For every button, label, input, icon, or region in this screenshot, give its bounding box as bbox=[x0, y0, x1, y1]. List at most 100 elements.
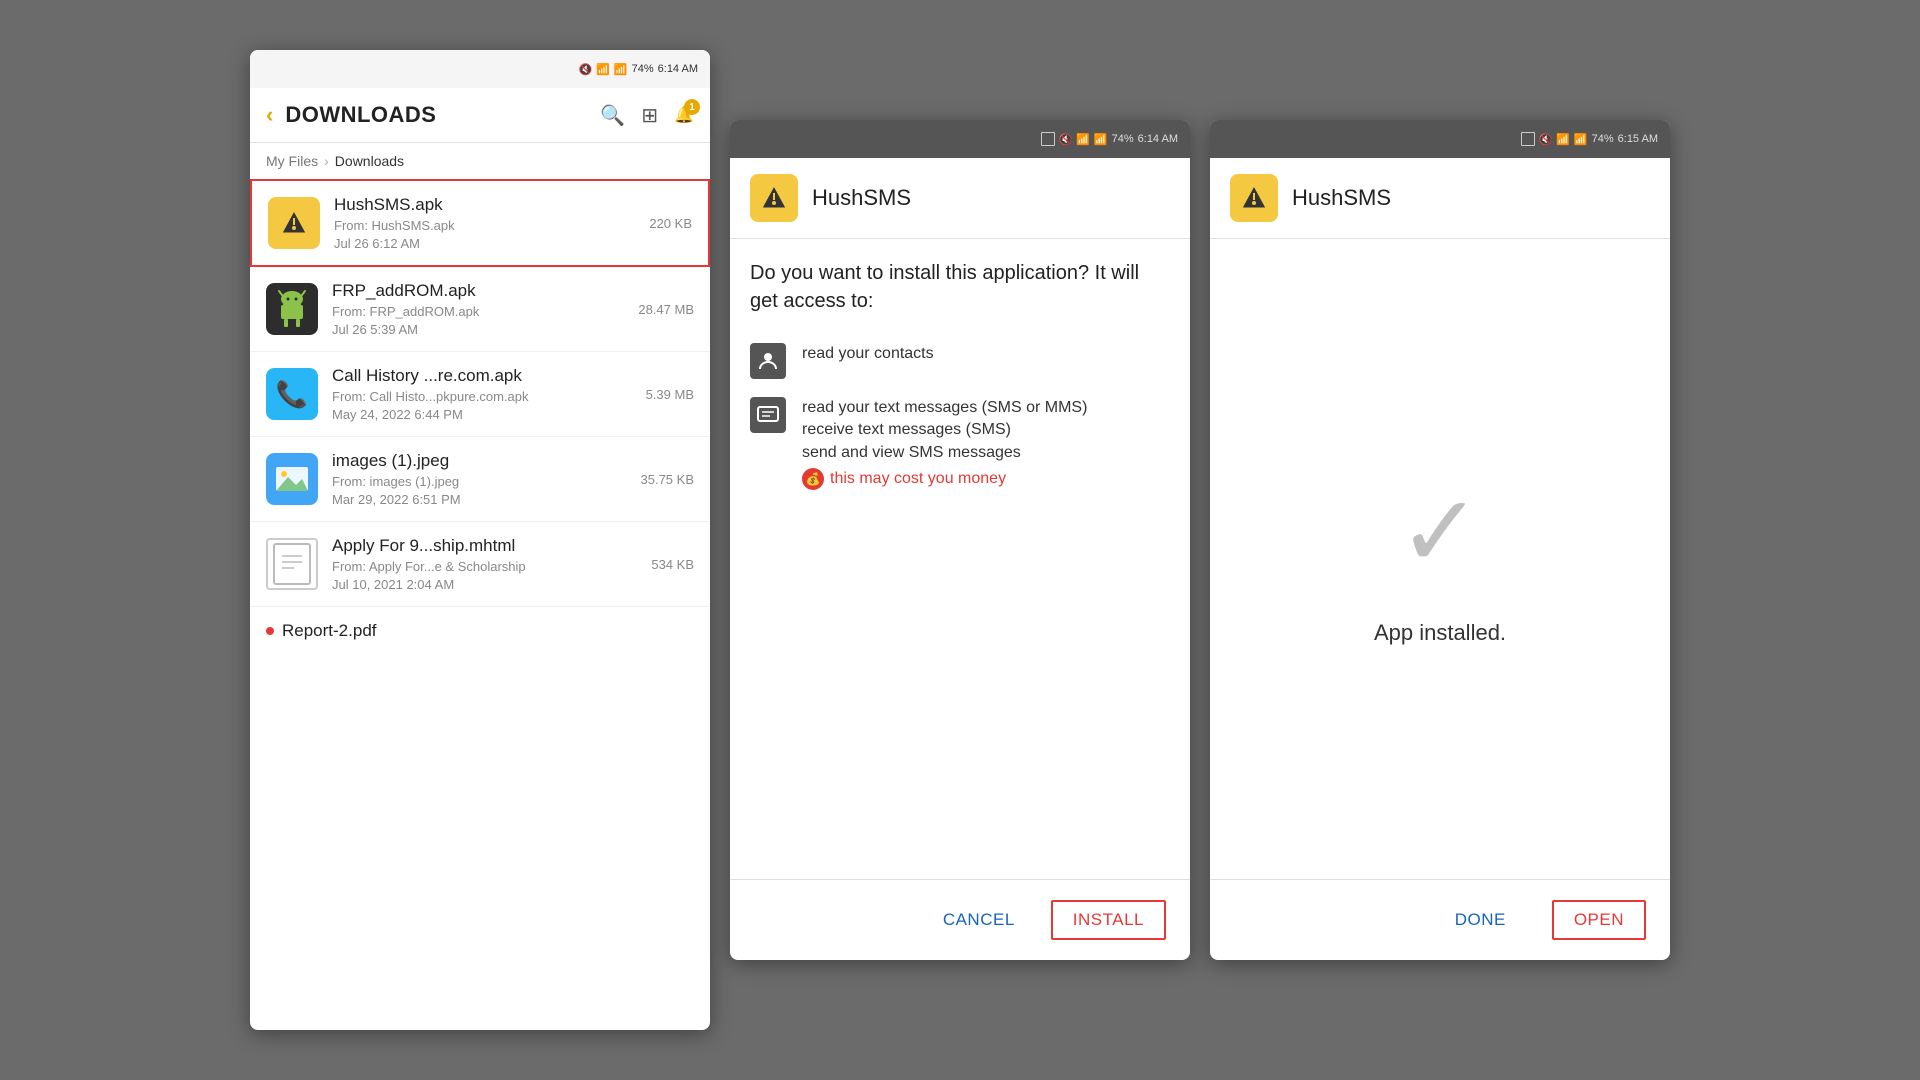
file-date-frp: Jul 26 5:39 AM bbox=[332, 322, 624, 337]
file-from-frp: From: FRP_addROM.apk bbox=[332, 304, 624, 319]
install-app-icon bbox=[750, 174, 798, 222]
notification-badge: 1 bbox=[684, 99, 700, 115]
file-item-pdf[interactable]: Report-2.pdf bbox=[250, 607, 710, 655]
file-name-frp: FRP_addROM.apk bbox=[332, 281, 624, 301]
file-name-image: images (1).jpeg bbox=[332, 451, 627, 471]
installed-screen: 🔇 📶 📶 74% 6:15 AM HushSMS bbox=[1210, 120, 1670, 960]
image-file-icon bbox=[266, 453, 318, 505]
done-button[interactable]: DONE bbox=[1439, 900, 1522, 940]
cost-warning: 💰 this may cost you money bbox=[802, 468, 1087, 490]
file-name-scholarship: Apply For 9...ship.mhtml bbox=[332, 536, 637, 556]
hush-app-icon bbox=[268, 197, 320, 249]
file-info-call: Call History ...re.com.apk From: Call Hi… bbox=[332, 366, 632, 422]
notification-button[interactable]: 🔔 1 bbox=[674, 105, 694, 125]
search-button[interactable]: 🔍 bbox=[600, 103, 625, 128]
permission-contacts: read your contacts bbox=[750, 343, 1170, 379]
battery-text-3: 74% bbox=[1592, 133, 1614, 145]
image-status-icon-3 bbox=[1521, 132, 1535, 146]
file-from-image: From: images (1).jpeg bbox=[332, 474, 627, 489]
image-status-icon bbox=[1041, 132, 1055, 146]
sms-icon bbox=[750, 397, 786, 433]
permission-sms-text: read your text messages (SMS or MMS) rec… bbox=[802, 397, 1087, 491]
permission-contacts-text: read your contacts bbox=[802, 343, 934, 365]
cancel-button[interactable]: CANCEL bbox=[927, 900, 1031, 940]
header-icons: 🔍 ⊞ 🔔 1 bbox=[600, 103, 694, 128]
status-icons-2: 🔇 📶 📶 74% 6:14 AM bbox=[1041, 132, 1179, 146]
svg-text:📞: 📞 bbox=[276, 377, 309, 409]
time-display-2: 6:14 AM bbox=[1138, 133, 1178, 145]
installed-app-icon bbox=[1230, 174, 1278, 222]
grid-view-button[interactable]: ⊞ bbox=[641, 103, 658, 128]
file-from-call: From: Call Histo...pkpure.com.apk bbox=[332, 389, 632, 404]
mute-icon: 🔇 bbox=[579, 63, 593, 76]
file-size-call: 5.39 MB bbox=[646, 387, 694, 402]
signal-icon-2: 📶 bbox=[1094, 133, 1108, 146]
wifi-icon-3: 📶 bbox=[1556, 133, 1570, 146]
wifi-icon: 📶 bbox=[596, 63, 610, 76]
file-item-frp[interactable]: FRP_addROM.apk From: FRP_addROM.apk Jul … bbox=[250, 267, 710, 352]
file-date-scholarship: Jul 10, 2021 2:04 AM bbox=[332, 577, 637, 592]
install-question: Do you want to install this application?… bbox=[750, 259, 1170, 315]
status-icons-3: 🔇 📶 📶 74% 6:15 AM bbox=[1521, 132, 1659, 146]
cost-warning-text: this may cost you money bbox=[830, 468, 1006, 490]
breadcrumb-separator: › bbox=[324, 153, 329, 169]
file-name-pdf: Report-2.pdf bbox=[282, 621, 377, 641]
breadcrumb-root[interactable]: My Files bbox=[266, 153, 318, 169]
time-display: 6:14 AM bbox=[658, 63, 698, 75]
mute-icon-2: 🔇 bbox=[1059, 133, 1073, 146]
file-name-husgsms: HushSMS.apk bbox=[334, 195, 635, 215]
install-body: Do you want to install this application?… bbox=[730, 239, 1190, 579]
file-date-call: May 24, 2022 6:44 PM bbox=[332, 407, 632, 422]
app-header: ‹ DOWNLOADS 🔍 ⊞ 🔔 1 bbox=[250, 88, 710, 143]
installed-app-name: HushSMS bbox=[1292, 185, 1391, 211]
install-app-name: HushSMS bbox=[812, 185, 911, 211]
breadcrumb-current: Downloads bbox=[335, 153, 404, 169]
installed-header: HushSMS bbox=[1210, 158, 1670, 239]
file-from-husgsms: From: HushSMS.apk bbox=[334, 218, 635, 233]
file-manager-screen: 🔇 📶 📶 74% 6:14 AM ‹ DOWNLOADS 🔍 ⊞ 🔔 1 bbox=[250, 50, 710, 1030]
permission-sms: read your text messages (SMS or MMS) rec… bbox=[750, 397, 1170, 491]
status-bar-3: 🔇 📶 📶 74% 6:15 AM bbox=[1210, 120, 1670, 158]
file-item-husgsms[interactable]: HushSMS.apk From: HushSMS.apk Jul 26 6:1… bbox=[250, 179, 710, 267]
install-button[interactable]: INSTALL bbox=[1051, 900, 1166, 940]
signal-icon: 📶 bbox=[614, 63, 628, 76]
install-actions: CANCEL INSTALL bbox=[730, 879, 1190, 960]
file-size-scholarship: 534 KB bbox=[651, 557, 694, 572]
breadcrumb: My Files › Downloads bbox=[250, 143, 710, 179]
file-item-call[interactable]: 📞 Call History ...re.com.apk From: Call … bbox=[250, 352, 710, 437]
back-button[interactable]: ‹ bbox=[266, 102, 273, 128]
installed-body: ✓ App installed. bbox=[1210, 239, 1670, 879]
file-name-call: Call History ...re.com.apk bbox=[332, 366, 632, 386]
file-info-image: images (1).jpeg From: images (1).jpeg Ma… bbox=[332, 451, 627, 507]
file-item-image[interactable]: images (1).jpeg From: images (1).jpeg Ma… bbox=[250, 437, 710, 522]
file-info-frp: FRP_addROM.apk From: FRP_addROM.apk Jul … bbox=[332, 281, 624, 337]
checkmark-icon: ✓ bbox=[1398, 473, 1482, 590]
installed-actions: DONE OPEN bbox=[1210, 879, 1670, 960]
file-info-husgsms: HushSMS.apk From: HushSMS.apk Jul 26 6:1… bbox=[334, 195, 635, 251]
mute-icon-3: 🔇 bbox=[1539, 133, 1553, 146]
pdf-indicator bbox=[266, 627, 274, 635]
money-icon: 💰 bbox=[802, 468, 824, 490]
status-bar-2: 🔇 📶 📶 74% 6:14 AM bbox=[730, 120, 1190, 158]
file-size-husgsms: 220 KB bbox=[649, 216, 692, 231]
file-info-scholarship: Apply For 9...ship.mhtml From: Apply For… bbox=[332, 536, 637, 592]
status-bar-1: 🔇 📶 📶 74% 6:14 AM bbox=[250, 50, 710, 88]
screen-title: DOWNLOADS bbox=[285, 102, 588, 128]
battery-text-2: 74% bbox=[1112, 133, 1134, 145]
installed-text: App installed. bbox=[1374, 620, 1506, 646]
signal-icon-3: 📶 bbox=[1574, 133, 1588, 146]
file-list: HushSMS.apk From: HushSMS.apk Jul 26 6:1… bbox=[250, 179, 710, 655]
status-icons-1: 🔇 📶 📶 74% 6:14 AM bbox=[579, 63, 699, 76]
file-from-scholarship: From: Apply For...e & Scholarship bbox=[332, 559, 637, 574]
contact-icon bbox=[750, 343, 786, 379]
wifi-icon-2: 📶 bbox=[1076, 133, 1090, 146]
install-header: HushSMS bbox=[730, 158, 1190, 239]
file-item-scholarship[interactable]: Apply For 9...ship.mhtml From: Apply For… bbox=[250, 522, 710, 607]
install-dialog-screen: 🔇 📶 📶 74% 6:14 AM HushSMS bbox=[730, 120, 1190, 960]
file-size-image: 35.75 KB bbox=[641, 472, 695, 487]
open-button[interactable]: OPEN bbox=[1552, 900, 1646, 940]
file-date-husgsms: Jul 26 6:12 AM bbox=[334, 236, 635, 251]
frp-app-icon bbox=[266, 283, 318, 335]
file-date-image: Mar 29, 2022 6:51 PM bbox=[332, 492, 627, 507]
call-app-icon: 📞 bbox=[266, 368, 318, 420]
